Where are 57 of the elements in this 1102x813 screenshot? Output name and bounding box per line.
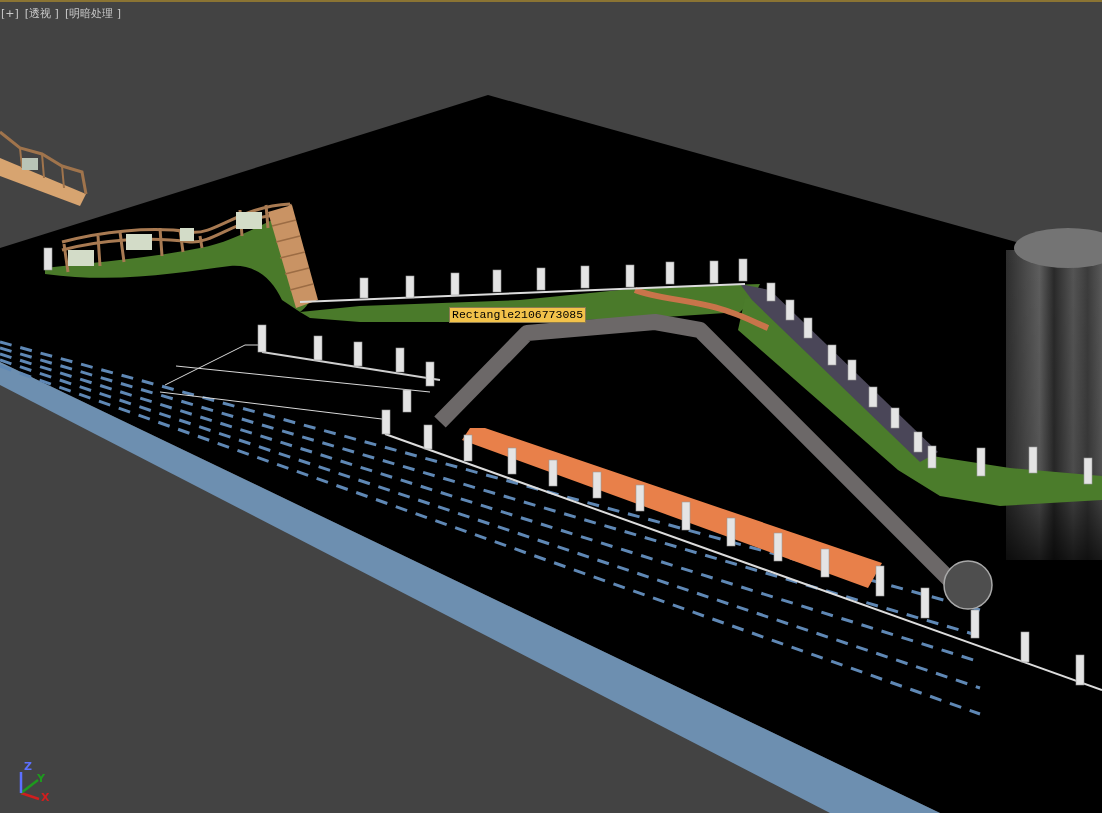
railing-post [1075, 654, 1085, 686]
railing-post [875, 565, 885, 597]
railing-post [257, 324, 267, 353]
railing-post [970, 609, 980, 639]
axis-label: X [41, 791, 50, 804]
railing-post [548, 459, 558, 487]
axis-label: Y [37, 772, 45, 785]
railing-post [820, 548, 830, 578]
railing-post [507, 447, 517, 475]
railing-post [1020, 631, 1030, 663]
spiral-ramp [943, 560, 993, 610]
railing-post [785, 299, 795, 321]
railing-post [766, 282, 776, 302]
railing-post [635, 484, 645, 512]
viewport-label[interactable]: [+] [1, 7, 19, 21]
railing-post [738, 258, 748, 282]
railing-post [405, 275, 415, 299]
railing-post [463, 434, 473, 462]
display-board [126, 234, 152, 250]
railing-post [625, 264, 635, 288]
railing-post [913, 431, 923, 453]
railing-post [402, 389, 412, 413]
railing-post [592, 471, 602, 499]
railing-post [425, 361, 435, 387]
axis-label: Z [24, 760, 32, 773]
railing-post [353, 341, 363, 367]
railing-post [450, 272, 460, 296]
railing-post [43, 247, 53, 271]
object-tooltip: Rectangle2106773085 [449, 307, 587, 323]
railing-post [681, 501, 691, 531]
railing-post [773, 532, 783, 562]
viewport-label[interactable]: [明暗处理 ] [64, 7, 121, 21]
railing-post [726, 517, 736, 547]
railing-post [395, 347, 405, 373]
railing-post [492, 269, 502, 293]
railing-post [927, 445, 937, 469]
railing-post [920, 587, 930, 619]
viewport-label[interactable]: [透视 ] [24, 7, 59, 21]
railing-post [423, 424, 433, 450]
railing-post [709, 260, 719, 284]
display-board [180, 228, 194, 241]
railing-post [359, 277, 369, 299]
railing-post [827, 344, 837, 366]
railing-post [536, 267, 546, 291]
railing-post [381, 409, 391, 435]
railing-post [665, 261, 675, 285]
display-board [68, 250, 94, 266]
railing-post [890, 407, 900, 429]
railing-post [847, 359, 857, 381]
railing-post [313, 335, 323, 361]
railing-post [1028, 446, 1038, 474]
display-board [236, 212, 262, 229]
railing-post [580, 265, 590, 289]
railing-post [803, 317, 813, 339]
railing-post [1083, 457, 1093, 485]
railing-post [976, 447, 986, 477]
railing-post [868, 386, 878, 408]
